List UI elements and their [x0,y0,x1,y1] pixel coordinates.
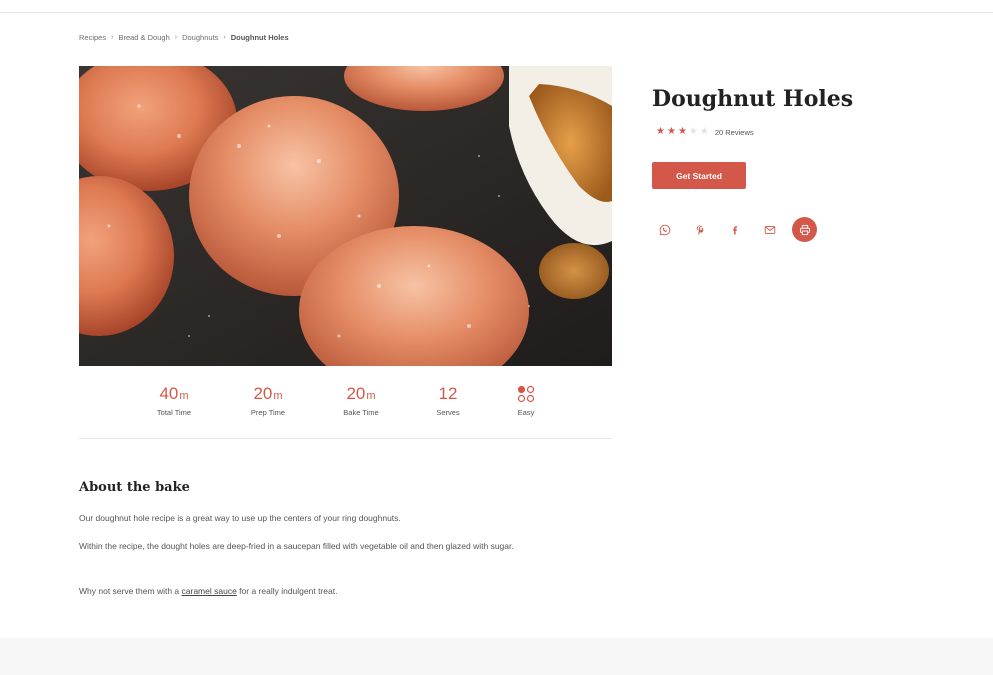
stat-label: Total Time [156,408,192,417]
whatsapp-icon [659,224,670,235]
email-icon [764,225,775,234]
stat-value: 20 [346,384,366,403]
stat-label: Bake Time [343,408,379,417]
breadcrumb-bread-dough[interactable]: Bread & Dough [118,33,169,42]
reviews-count[interactable]: 20 Reviews [715,128,754,137]
stat-value: 20 [253,384,273,403]
stat-label: Easy [517,408,535,417]
facebook-share-button[interactable] [722,217,747,242]
hero-image [79,66,612,366]
get-started-button[interactable]: Get Started [652,162,746,189]
breadcrumb-separator: › [111,34,114,41]
about-paragraph-2: Within the recipe, the dought holes are … [79,541,514,551]
about-paragraph-1: Our doughnut hole recipe is a great way … [79,513,401,523]
print-icon [799,224,810,235]
rating[interactable]: ★ ★ ★ ★ ★ 20 Reviews [656,127,754,137]
stat-bake-time: 20m Bake Time [316,384,406,417]
stat-label: Prep Time [250,408,286,417]
stat-serves: 12 Serves [403,384,493,417]
stat-total-time: 40m Total Time [129,384,219,417]
star-filled-icon: ★ [666,126,676,137]
print-button[interactable] [792,217,817,242]
stat-unit: m [179,390,189,402]
star-empty-icon: ★ [699,126,709,137]
breadcrumb-doughnuts[interactable]: Doughnuts [182,33,218,42]
breadcrumb-separator: › [174,34,178,41]
stat-unit: m [273,390,283,402]
difficulty-dots-icon [481,384,571,404]
recipe-stats: 40m Total Time 20m Prep Time 20m Bake Ti… [79,384,612,424]
caramel-sauce-link[interactable]: caramel sauce [182,586,237,596]
star-filled-icon: ★ [656,126,665,137]
about-heading: About the bake [79,480,190,495]
whatsapp-share-button[interactable] [652,217,677,242]
stats-divider [79,438,612,439]
breadcrumb-current: Doughnut Holes [230,33,289,42]
footer [0,638,993,675]
breadcrumb-recipes[interactable]: Recipes [79,33,106,42]
recipe-title: Doughnut Holes [652,86,854,112]
facebook-icon [732,225,737,234]
stat-difficulty: Easy [481,384,571,417]
about-p3-text: Why not serve them with a [79,586,182,596]
header-divider [0,12,993,13]
about-paragraph-3: Why not serve them with a caramel sauce … [79,583,599,599]
about-p3-text: for a really indulgent treat. [236,586,338,596]
stat-label: Serves [436,408,460,417]
email-share-button[interactable] [757,217,782,242]
breadcrumb-separator: › [223,34,226,41]
pinterest-share-button[interactable] [687,217,712,242]
pinterest-icon [696,225,703,235]
breadcrumb: Recipes › Bread & Dough › Doughnuts › Do… [79,33,289,42]
stat-value: 40 [159,384,179,403]
stat-value: 12 [438,384,458,403]
stat-unit: m [366,390,376,402]
star-empty-icon: ★ [688,126,698,137]
star-filled-icon: ★ [677,126,687,137]
stat-prep-time: 20m Prep Time [223,384,313,417]
